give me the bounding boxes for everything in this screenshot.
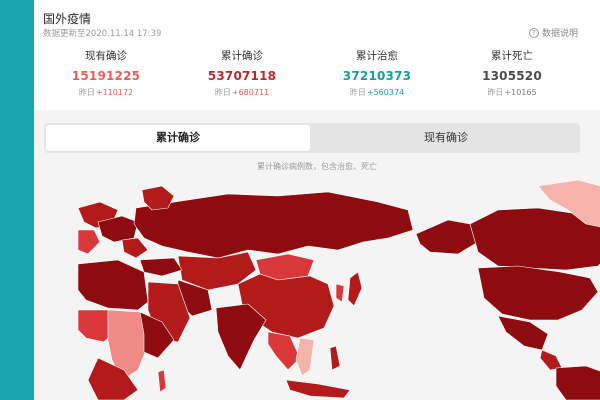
map-region-south-america: [555, 365, 600, 400]
world-map[interactable]: [78, 180, 600, 400]
delta-value: +680711: [231, 88, 270, 97]
delta-value: +10165: [504, 88, 537, 97]
map-region-korea: [335, 283, 345, 303]
delta-prefix: 昨日: [214, 88, 231, 97]
question-icon: ?: [528, 27, 539, 38]
stat-value: 15191225: [71, 69, 141, 83]
delta-prefix: 昨日: [78, 88, 95, 97]
update-timestamp: 数据更新至2020.11.14 17:39: [43, 29, 162, 39]
stat-label: 累计确诊: [221, 50, 263, 62]
stat-delta: 昨日+110172: [36, 87, 176, 98]
stat-label: 累计治愈: [356, 50, 398, 62]
map-region-north-africa: [78, 259, 149, 311]
map-region-indochina: [295, 337, 315, 377]
map-region-balkans: [121, 237, 149, 259]
map-region-indonesia: [285, 379, 351, 399]
map-region-japan: [347, 271, 363, 307]
delta-prefix: 昨日: [349, 88, 366, 97]
stat-total-confirmed: 累计确诊 53707118 昨日+680711: [172, 48, 312, 98]
stat-total-deaths: 累计死亡 1305520 昨日+10165: [442, 48, 582, 98]
map-region-russia: [133, 191, 414, 259]
stat-value: 1305520: [482, 69, 542, 83]
tab-total-confirmed[interactable]: 累计确诊: [46, 125, 310, 151]
map-region-central-america: [539, 349, 563, 371]
delta-value: +560374: [366, 88, 405, 97]
stat-delta: 昨日+10165: [442, 87, 582, 98]
map-region-madagascar: [157, 369, 167, 393]
map-note: 累计确诊病例数，包含治愈、死亡: [257, 162, 377, 171]
page-title: 国外疫情: [43, 12, 92, 26]
map-region-philippines: [329, 345, 341, 371]
map-region-usa: [477, 265, 599, 321]
map-region-mexico: [497, 315, 549, 351]
stat-total-cured: 累计治愈 37210373 昨日+560374: [307, 48, 447, 98]
domestic-epidemic-card: 国外疫情 数据更新至2020.11.14 17:39 ? 数据说明 现有确诊 1…: [34, 0, 600, 400]
map-region-alaska: [415, 219, 479, 255]
stat-delta: 昨日+560374: [307, 87, 447, 98]
map-region-india: [215, 303, 267, 371]
map-region-turkey: [139, 257, 183, 277]
map-mode-tabs: 累计确诊 现有确诊: [44, 123, 580, 153]
map-region-southeast-asia: [267, 331, 301, 371]
delta-prefix: 昨日: [487, 88, 504, 97]
stat-value: 53707118: [207, 69, 277, 83]
stat-value: 37210373: [342, 69, 412, 83]
data-explanation-link[interactable]: ? 数据说明: [528, 26, 578, 39]
tab-current-confirmed[interactable]: 现有确诊: [314, 125, 578, 151]
map-region-iberia: [78, 229, 101, 255]
data-explanation-label: 数据说明: [541, 29, 578, 39]
stats-row: 现有确诊 15191225 昨日+110172 累计确诊 53707118 昨日…: [34, 48, 600, 104]
delta-value: +110172: [95, 88, 134, 97]
stat-delta: 昨日+680711: [172, 87, 312, 98]
stat-current-confirmed: 现有确诊 15191225 昨日+110172: [36, 48, 176, 98]
stat-label: 累计死亡: [491, 50, 533, 62]
stat-label: 现有确诊: [85, 50, 127, 62]
